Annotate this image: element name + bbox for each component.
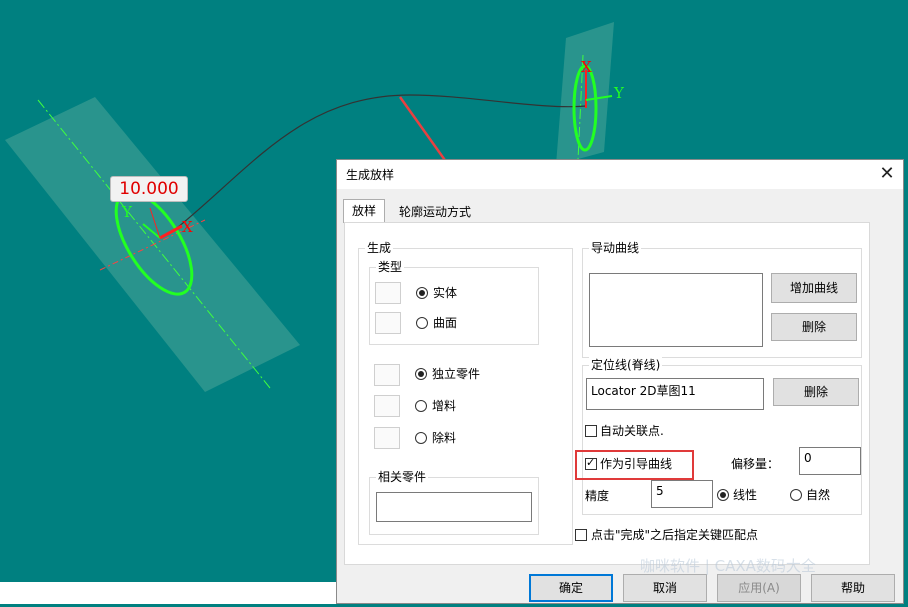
type-solid-radio[interactable] <box>416 287 428 299</box>
dialog-title: 生成放样 <box>346 168 395 182</box>
part-remove-label: 除料 <box>432 431 457 445</box>
delete-curve-button[interactable]: 删除 <box>771 313 857 341</box>
ok-button[interactable]: 确定 <box>529 574 613 602</box>
remove-material-icon <box>374 427 400 449</box>
auto-link-checkbox[interactable] <box>585 425 597 437</box>
type-surface-radio[interactable] <box>416 317 428 329</box>
guide-curves-group: 导动曲线 增加曲线 删除 <box>582 240 862 358</box>
precision-field[interactable]: 5 <box>651 480 713 508</box>
dialog-titlebar[interactable]: 生成放样 ✕ <box>337 160 903 189</box>
related-parts-field[interactable] <box>376 492 532 522</box>
interp-natural-label: 自然 <box>806 488 831 502</box>
interp-linear-label: 线性 <box>733 488 758 502</box>
related-parts-label: 相关零件 <box>376 469 429 485</box>
add-curve-button[interactable]: 增加曲线 <box>771 273 857 303</box>
type-group-label: 类型 <box>376 259 405 275</box>
independent-part-icon <box>374 364 400 386</box>
as-guide-checkbox[interactable] <box>585 456 597 470</box>
locator-label: 定位线(脊线) <box>589 357 663 373</box>
close-icon[interactable]: ✕ <box>875 162 899 186</box>
guide-curves-label: 导动曲线 <box>589 240 642 256</box>
interp-natural-radio[interactable] <box>790 489 802 501</box>
cancel-button[interactable]: 取消 <box>623 574 707 602</box>
apply-button[interactable]: 应用(A) <box>717 574 801 602</box>
solid-type-icon <box>375 282 401 304</box>
locator-field[interactable]: Locator 2D草图11 <box>586 378 764 410</box>
axis-x-label-left: X <box>182 218 193 236</box>
dimension-label[interactable]: 10.000 <box>110 176 188 202</box>
axis-y-label-right: Y <box>614 84 624 102</box>
generate-group-label: 生成 <box>365 240 394 256</box>
part-independent-radio[interactable] <box>415 368 427 380</box>
axis-x-label-right: X <box>581 58 592 76</box>
offset-label: 偏移量： <box>731 457 780 471</box>
part-independent-label: 独立零件 <box>432 367 481 381</box>
auto-link-label: 自动关联点. <box>600 424 664 438</box>
part-remove-radio[interactable] <box>415 432 427 444</box>
related-parts-group: 相关零件 <box>369 469 539 535</box>
status-strip <box>0 582 336 604</box>
match-after-finish-label: 点击"完成"之后指定关键匹配点 <box>591 528 759 542</box>
delete-locator-button[interactable]: 删除 <box>773 378 859 406</box>
type-group: 类型 实体 曲面 <box>369 259 539 345</box>
part-add-label: 增料 <box>432 399 457 413</box>
type-solid-label: 实体 <box>433 286 458 300</box>
tab-profile-motion[interactable]: 轮廓运动方式 <box>399 201 479 223</box>
precision-label: 精度 <box>585 489 610 503</box>
add-material-icon <box>374 395 400 417</box>
tab-panel: 生成 类型 实体 曲面 独立零件 增料 除料 相关零件 导动曲线 增加曲线 删除… <box>344 222 870 565</box>
loft-dialog: 生成放样 ✕ 放样 轮廓运动方式 生成 类型 实体 曲面 独立零件 增料 除料 … <box>336 159 904 604</box>
axis-y-label-left: Y <box>122 203 132 221</box>
locator-group: 定位线(脊线) Locator 2D草图11 删除 自动关联点. 作为引导曲线 … <box>575 357 862 515</box>
type-surface-label: 曲面 <box>433 316 458 330</box>
offset-field[interactable]: 0 <box>799 447 861 475</box>
interp-linear-radio[interactable] <box>717 489 729 501</box>
match-after-finish-checkbox[interactable] <box>575 529 587 541</box>
tab-loft[interactable]: 放样 <box>343 199 385 223</box>
help-button[interactable]: 帮助 <box>811 574 895 602</box>
guide-curves-list[interactable] <box>589 273 763 347</box>
as-guide-label: 作为引导曲线 <box>600 457 673 471</box>
part-add-radio[interactable] <box>415 400 427 412</box>
surface-type-icon <box>375 312 401 334</box>
generate-group: 生成 类型 实体 曲面 独立零件 增料 除料 相关零件 <box>358 240 573 545</box>
watermark: 咖咪软件 | CAXA数码大全 <box>640 557 816 575</box>
